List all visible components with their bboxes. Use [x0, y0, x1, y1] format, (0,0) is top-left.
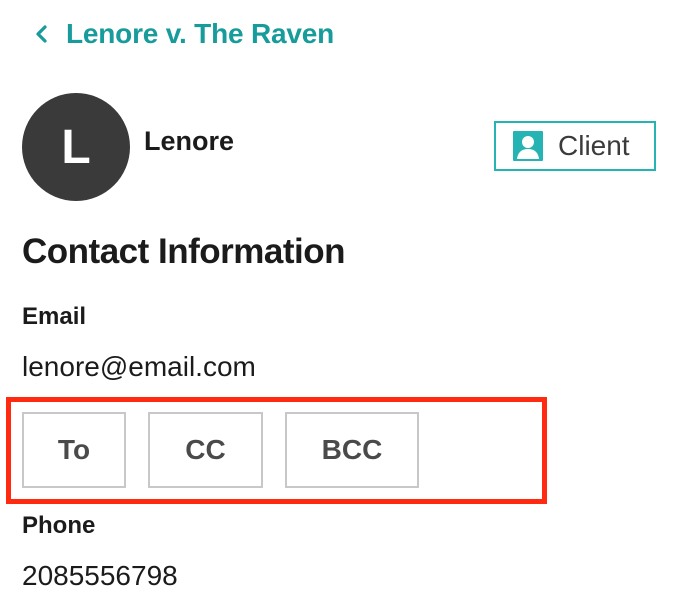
back-link[interactable]: Lenore v. The Raven	[34, 18, 334, 50]
role-badge-label: Client	[558, 130, 630, 161]
matter-title: Lenore v. The Raven	[66, 18, 334, 49]
avatar: L	[22, 93, 130, 201]
role-badge: Client	[494, 121, 656, 171]
section-heading: Contact Information	[22, 232, 345, 271]
email-label: Email	[22, 303, 87, 330]
email-cc-button[interactable]: CC	[148, 412, 263, 488]
email-to-button[interactable]: To	[22, 412, 126, 488]
person-badge-icon	[513, 131, 543, 161]
chevron-left-icon	[36, 25, 47, 43]
email-value: lenore@email.com	[22, 351, 256, 382]
avatar-initial: L	[61, 120, 91, 174]
contact-name: Lenore	[144, 126, 235, 156]
phone-value: 2085556798	[22, 560, 178, 591]
phone-label: Phone	[22, 512, 96, 539]
email-bcc-button[interactable]: BCC	[285, 412, 419, 488]
